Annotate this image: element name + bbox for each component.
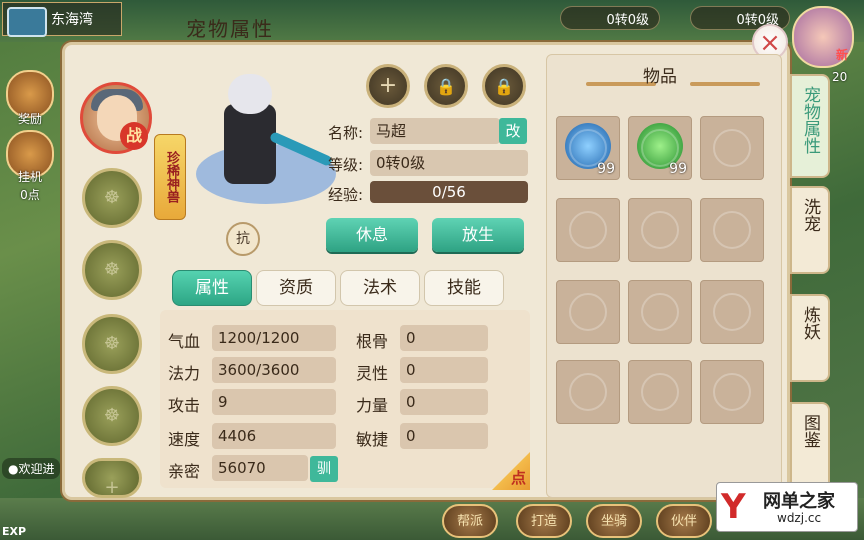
- item-count: 99: [597, 161, 615, 177]
- panel-title: 宠物属性: [186, 17, 274, 41]
- watermark-logo: Y 网单之家 wdzj.cc: [716, 482, 858, 532]
- player-level: 20: [832, 70, 848, 84]
- lock-icon: 🔒: [436, 77, 456, 96]
- inventory-slot[interactable]: [700, 360, 764, 424]
- side-tab-label: 宠物属性: [800, 86, 820, 154]
- attr-label: 攻击: [168, 396, 201, 415]
- map-name: 东海湾: [51, 12, 93, 28]
- inventory-slot[interactable]: [628, 360, 692, 424]
- name-field: 马超: [370, 118, 500, 144]
- level-label: 等级:: [328, 156, 364, 174]
- watermark-icon: Y: [721, 487, 746, 527]
- rest-button[interactable]: 休息: [326, 218, 418, 252]
- inventory-title: 物品: [643, 67, 677, 87]
- watermark-brand: 网单之家: [763, 491, 835, 512]
- plus-icon: +: [104, 477, 120, 498]
- map-name-badge[interactable]: 东海湾: [2, 2, 122, 37]
- inventory-slot[interactable]: [700, 280, 764, 344]
- attr-value: 56070: [212, 455, 308, 481]
- attr-value: 0: [400, 325, 488, 351]
- forge-button[interactable]: 打造: [516, 504, 572, 538]
- seal-icon: ☸: [103, 187, 121, 208]
- attr-label: 气血: [168, 332, 201, 351]
- tab-spells[interactable]: 法术: [340, 270, 420, 306]
- attr-label: 法力: [168, 364, 201, 383]
- attr-label: 敏捷: [356, 430, 389, 449]
- lock-button-1[interactable]: 🔒: [424, 64, 468, 108]
- side-tab-label: 图鉴: [800, 414, 820, 448]
- side-tab-refine[interactable]: 炼妖: [790, 294, 830, 382]
- guild-button[interactable]: 帮派: [442, 504, 498, 538]
- side-tab-pet-attributes[interactable]: 宠物属性: [790, 74, 830, 178]
- pet-sprite: [196, 74, 336, 224]
- mount-button[interactable]: 坐骑: [586, 504, 642, 538]
- battle-badge: 战: [120, 122, 148, 150]
- welcome-text: ●欢迎进: [2, 458, 61, 479]
- new-badge: 新: [836, 48, 849, 62]
- add-skill-button[interactable]: +: [366, 64, 410, 108]
- side-tab-handbook[interactable]: 图鉴: [790, 402, 830, 490]
- inventory-slot[interactable]: [556, 360, 620, 424]
- attr-value: 4406: [212, 423, 336, 449]
- attr-value: 0: [400, 357, 488, 383]
- seal-icon: ☸: [103, 405, 121, 426]
- exp-label: EXP: [2, 525, 27, 538]
- reward-label: 奖励: [17, 112, 42, 126]
- top-status-chip-1: 0转0级: [560, 6, 660, 30]
- attr-label: 速度: [168, 430, 201, 449]
- seal-icon: ☸: [103, 333, 121, 354]
- tab-aptitude[interactable]: 资质: [256, 270, 336, 306]
- tame-button[interactable]: 驯: [310, 456, 338, 482]
- side-tab-label: 炼妖: [800, 306, 820, 340]
- side-tab-label: 洗宠: [800, 198, 820, 232]
- attr-label: 根骨: [356, 332, 389, 351]
- pet-slot-empty[interactable]: ☸: [82, 314, 142, 374]
- inventory-slot[interactable]: [556, 198, 620, 262]
- seal-icon: ☸: [103, 259, 121, 280]
- attr-label: 亲密: [168, 462, 201, 481]
- resist-badge[interactable]: 抗: [226, 222, 260, 256]
- exp-bar: 0/56: [370, 181, 528, 203]
- attr-label: 灵性: [356, 364, 389, 383]
- lock-icon: 🔒: [494, 77, 514, 96]
- pet-slot-empty[interactable]: ☸: [82, 386, 142, 446]
- release-button[interactable]: 放生: [432, 218, 524, 252]
- inventory-slot[interactable]: 99: [556, 116, 620, 180]
- tab-attributes[interactable]: 属性: [172, 270, 252, 306]
- rename-button[interactable]: 改: [499, 118, 527, 144]
- level-field: 0转0级: [370, 150, 528, 176]
- points-label: 0点: [20, 188, 40, 202]
- sprite-head: [228, 74, 272, 114]
- side-tab-wash-pet[interactable]: 洗宠: [790, 186, 830, 274]
- lock-button-2[interactable]: 🔒: [482, 64, 526, 108]
- plus-icon: +: [378, 73, 398, 98]
- inventory-slot[interactable]: [628, 280, 692, 344]
- pet-slot-add[interactable]: +: [82, 458, 142, 498]
- sprite-body: [224, 104, 276, 184]
- watermark-url: wdzj.cc: [777, 511, 822, 525]
- point-label: 点: [510, 469, 526, 487]
- tab-skills[interactable]: 技能: [424, 270, 504, 306]
- chip-text-1: 0转0级: [606, 12, 649, 28]
- item-count: 99: [669, 161, 687, 177]
- rare-beast-tag: 珍稀神兽: [154, 134, 186, 220]
- pet-slot-empty[interactable]: ☸: [82, 168, 142, 228]
- attr-value: 0: [400, 423, 488, 449]
- attr-value: 3600/3600: [212, 357, 336, 383]
- attr-value: 1200/1200: [212, 325, 336, 351]
- inventory-slot[interactable]: [556, 280, 620, 344]
- inventory-slot[interactable]: [700, 198, 764, 262]
- partner-button[interactable]: 伙伴: [656, 504, 712, 538]
- inventory-slot[interactable]: [700, 116, 764, 180]
- attr-value: 9: [212, 389, 336, 415]
- attr-label: 力量: [356, 396, 389, 415]
- exp-field-label: 经验:: [328, 186, 364, 204]
- name-label: 名称:: [328, 124, 364, 142]
- inventory-slot[interactable]: [628, 198, 692, 262]
- pet-slot-empty[interactable]: ☸: [82, 240, 142, 300]
- auto-battle-label: 挂机: [17, 170, 42, 184]
- map-icon: [7, 7, 47, 37]
- inventory-slot[interactable]: 99: [628, 116, 692, 180]
- attr-value: 0: [400, 389, 488, 415]
